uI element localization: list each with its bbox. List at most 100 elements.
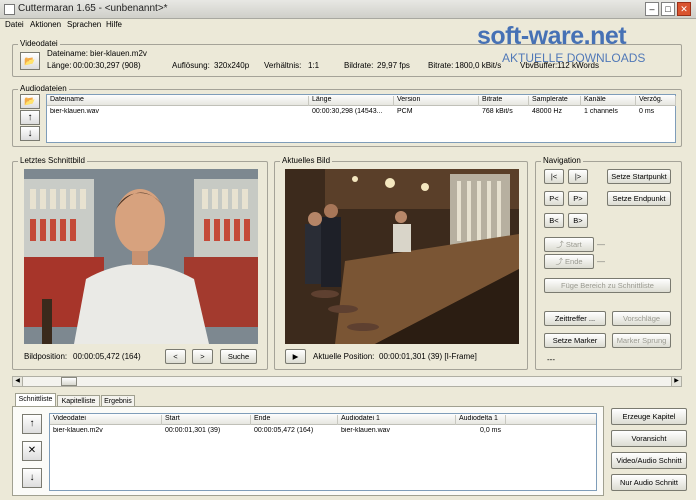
video-filename: bier-klauen.m2v [90, 49, 147, 58]
audio-col-samplerate[interactable]: Samplerate [529, 96, 581, 106]
cut-col-video[interactable]: Videodatei [50, 415, 162, 425]
goto-end-button[interactable]: ⤴ Ende [544, 254, 594, 269]
menu-sprachen[interactable]: Sprachen [67, 20, 101, 29]
timeline-scrollbar[interactable]: ◀ ▶ [12, 376, 682, 387]
audio-col-version[interactable]: Version [394, 96, 479, 106]
set-end-button[interactable]: Setze Endpunkt [607, 191, 671, 206]
video-audio-cut-button[interactable]: Video/Audio Schnitt [611, 452, 687, 469]
menu-aktionen[interactable]: Aktionen [30, 20, 61, 29]
man-in-bar-picture [24, 169, 258, 344]
cut-col-audio[interactable]: Audiodatei 1 [338, 415, 456, 425]
cut-list-header: Videodatei Start Ende Audiodatei 1 Audio… [50, 414, 596, 425]
arrow-up-icon: ↑ [27, 112, 33, 123]
cut-cell: 0,0 ms [480, 427, 502, 434]
audio-list-header: Dateiname Länge Version Bitrate Samplera… [47, 95, 676, 106]
audio-col-filename[interactable]: Dateiname [47, 96, 309, 106]
open-video-button[interactable]: 📂 [20, 52, 40, 70]
audio-cell: 1 channels [584, 108, 618, 115]
delete-icon: ✕ [27, 445, 37, 456]
timeline-left-arrow[interactable]: ◀ [13, 377, 23, 386]
time-hit-button[interactable]: Zeittreffer ... [544, 311, 606, 326]
cut-up-button[interactable]: ↑ [22, 414, 42, 434]
prev-b-frame-button[interactable]: B< [544, 213, 564, 228]
menu-datei[interactable]: Datei [5, 20, 24, 29]
cut-cell: bier-klauen.wav [341, 427, 391, 434]
menu-hilfe[interactable]: Hilfe [106, 20, 122, 29]
first-frame-button[interactable]: |< [544, 169, 564, 184]
current-frame-group-label: Aktuelles Bild [280, 156, 333, 165]
cut-col-end[interactable]: Ende [251, 415, 338, 425]
move-down-button[interactable]: ↓ [20, 126, 40, 141]
close-button[interactable]: ✕ [677, 2, 691, 16]
video-resolution-label: Auflösung: [172, 61, 210, 70]
audio-cell: 48000 Hz [532, 108, 562, 115]
audio-col-delay[interactable]: Verzög. [636, 96, 676, 106]
title-bar: Cuttermaran 1.65 - <unbenannt>* – □ ✕ [0, 0, 696, 19]
open-audio-button[interactable]: 📂 [20, 94, 40, 109]
minimize-button[interactable]: – [645, 2, 659, 16]
set-start-button[interactable]: Setze Startpunkt [607, 169, 671, 184]
audio-cell: 00:00:30,298 (14543... [312, 108, 383, 115]
video-length: 00:00:30,297 (908) [73, 61, 141, 70]
window-title: Cuttermaran 1.65 - <unbenannt>* [18, 3, 168, 14]
maximize-button[interactable]: □ [661, 2, 675, 16]
last-frame-pos-label: Bildposition: [24, 352, 68, 361]
folder-icon: 📂 [24, 96, 36, 106]
audio-cell: PCM [397, 108, 413, 115]
cut-col-audiodelta[interactable]: Audiodelta 1 [456, 415, 506, 425]
create-chapter-button[interactable]: Erzeuge Kapitel [611, 408, 687, 425]
audio-cell: 768 kBit/s [482, 108, 513, 115]
audio-col-bitrate[interactable]: Bitrate [479, 96, 529, 106]
last-frame-next-button[interactable]: > [192, 349, 213, 364]
video-ratio: 1:1 [308, 61, 320, 70]
next-b-frame-button[interactable]: B> [568, 213, 588, 228]
move-up-button[interactable]: ↑ [20, 110, 40, 125]
suggestions-button[interactable]: Vorschläge [612, 311, 671, 326]
cut-cell: bier-klauen.m2v [53, 427, 103, 434]
video-filename-label: Dateiname: [47, 49, 88, 58]
cut-cell: 00:00:01,301 (39) [165, 427, 221, 434]
cut-list[interactable]: Videodatei Start Ende Audiodatei 1 Audio… [49, 413, 597, 491]
arrow-down-icon: ↓ [27, 128, 33, 139]
video-bitrate-label: Bitrate: [428, 61, 454, 70]
marker-jump-button[interactable]: Marker Sprung [612, 333, 671, 348]
audio-only-cut-button[interactable]: Nur Audio Schnitt [611, 474, 687, 491]
last-frame-button[interactable]: |> [568, 169, 588, 184]
timeline-thumb[interactable] [60, 377, 77, 386]
play-button[interactable]: ▶ [285, 349, 306, 364]
set-marker-button[interactable]: Setze Marker [544, 333, 606, 348]
next-p-frame-button[interactable]: P> [568, 191, 588, 206]
add-range-button[interactable]: Füge Bereich zu Schnittliste [544, 278, 671, 293]
table-row[interactable]: bier-klauen.m2v 00:00:01,301 (39) 00:00:… [50, 425, 596, 436]
audio-col-length[interactable]: Länge [309, 96, 394, 106]
video-ratio-label: Verhältnis: [264, 61, 302, 70]
cut-col-start[interactable]: Start [162, 415, 251, 425]
timeline-right-arrow[interactable]: ▶ [671, 377, 681, 386]
preview-button[interactable]: Voransicht [611, 430, 687, 447]
last-frame-pos-value: 00:00:05,472 (164) [73, 352, 141, 361]
video-vbv: 112 kWords [557, 61, 599, 70]
navigation-status: --- [547, 355, 555, 364]
goto-start-label: Start [565, 240, 582, 249]
prev-p-frame-button[interactable]: P< [544, 191, 564, 206]
cut-delete-button[interactable]: ✕ [22, 441, 42, 461]
play-icon: ▶ [292, 352, 299, 361]
audio-list[interactable]: Dateiname Länge Version Bitrate Samplera… [46, 94, 676, 143]
audio-col-channels[interactable]: Kanäle [581, 96, 636, 106]
goto-start-button[interactable]: ⤴ Start [544, 237, 594, 252]
navigation-group-label: Navigation [541, 156, 583, 165]
arrow-down-icon: ↓ [29, 472, 35, 483]
table-row[interactable]: bier-klauen.wav 00:00:30,298 (14543... P… [47, 106, 675, 117]
goto-end-label: Ende [565, 257, 583, 266]
cut-cell: 00:00:05,472 (164) [254, 427, 314, 434]
audio-cell: bier-klauen.wav [50, 108, 100, 115]
video-framerate-label: Bildrate: [344, 61, 374, 70]
bar-interior-picture [285, 169, 519, 344]
video-vbv-label: VbvBuffer: [520, 61, 558, 70]
last-frame-prev-button[interactable]: < [165, 349, 186, 364]
current-frame-image [285, 169, 519, 344]
tab-schnittliste[interactable]: Schnittliste [15, 393, 56, 406]
video-framerate: 29,97 fps [377, 61, 410, 70]
search-button[interactable]: Suche [220, 349, 257, 364]
cut-down-button[interactable]: ↓ [22, 468, 42, 488]
